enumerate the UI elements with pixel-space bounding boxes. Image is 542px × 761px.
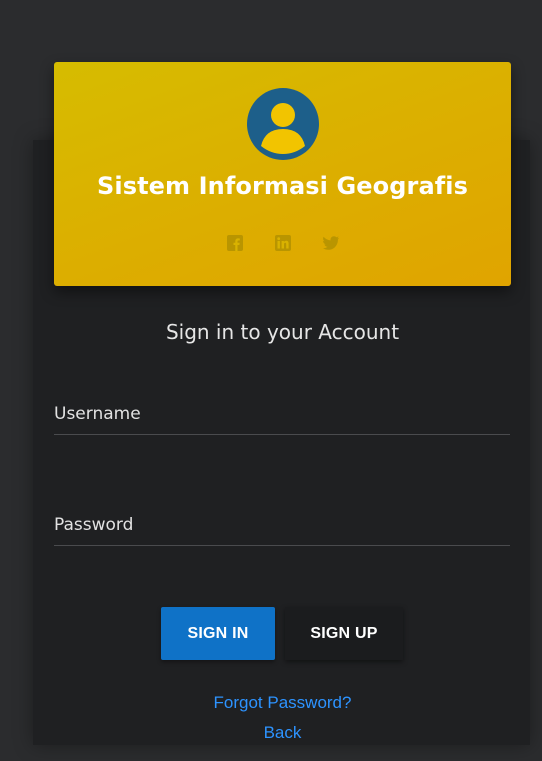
twitter-icon[interactable] [322, 234, 340, 252]
signin-heading: Sign in to your Account [165, 320, 400, 344]
forgot-password-link[interactable]: Forgot Password? [54, 693, 511, 713]
sign-up-button[interactable]: SIGN UP [285, 607, 403, 660]
login-header: Sistem Informasi Geografis [54, 62, 511, 286]
login-page: Sistem Informasi Geografis Sign in to yo… [0, 0, 542, 761]
back-link[interactable]: Back [54, 723, 511, 743]
username-input[interactable] [54, 394, 510, 435]
app-title: Sistem Informasi Geografis [97, 172, 468, 200]
user-avatar-icon [247, 88, 319, 160]
linkedin-icon[interactable] [274, 234, 292, 252]
sign-in-button[interactable]: SIGN IN [161, 607, 275, 660]
social-links [54, 234, 511, 252]
password-input[interactable] [54, 505, 510, 546]
facebook-icon[interactable] [226, 234, 244, 252]
